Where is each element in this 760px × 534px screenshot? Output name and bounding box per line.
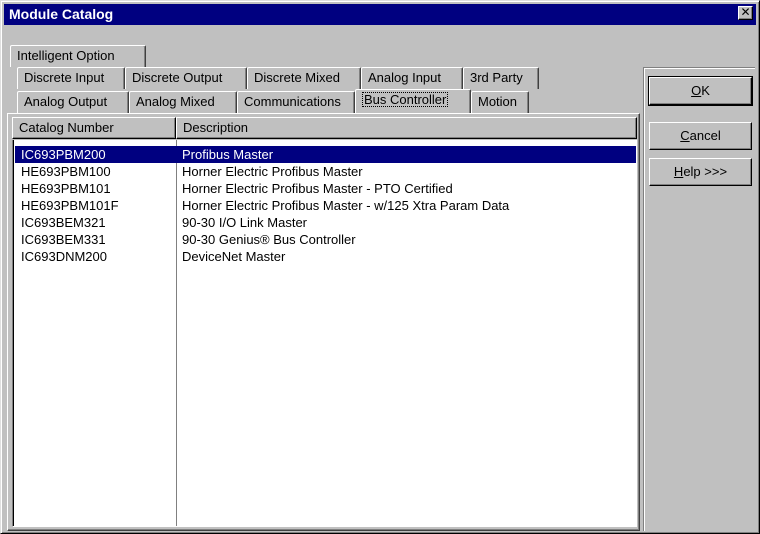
table-row[interactable]: IC693DNM200 DeviceNet Master xyxy=(15,248,636,265)
window-title: Module Catalog xyxy=(9,6,114,22)
ok-mnemonic: O xyxy=(691,83,702,98)
table-row[interactable]: IC693BEM321 90-30 I/O Link Master xyxy=(15,214,636,231)
tab-label: Analog Mixed xyxy=(136,94,215,109)
cancel-mnemonic: C xyxy=(680,128,690,143)
tab-label: 3rd Party xyxy=(470,70,523,85)
tab-label: Communications xyxy=(244,94,341,109)
tab-label: Discrete Output xyxy=(132,70,223,85)
catalog-number-cell: IC693BEM321 xyxy=(21,215,106,230)
tab-intelligent-option[interactable]: Intelligent Option xyxy=(10,45,146,67)
module-catalog-window: Module Catalog ✕ Intelligent Option Disc… xyxy=(0,0,760,534)
description-cell: DeviceNet Master xyxy=(182,249,286,264)
catalog-number-cell: HE693PBM101 xyxy=(21,181,111,196)
table-row[interactable]: HE693PBM100 Horner Electric Profibus Mas… xyxy=(15,163,636,180)
ok-button[interactable]: OK xyxy=(648,76,753,106)
column-header-label: Description xyxy=(183,120,249,135)
help-label: elp >>> xyxy=(683,164,728,179)
cancel-label: ancel xyxy=(689,128,721,143)
tab-communications[interactable]: Communications xyxy=(237,91,355,113)
ok-label: K xyxy=(701,83,710,98)
tab-bus-controller[interactable]: Bus Controller xyxy=(355,89,471,113)
description-cell: Horner Electric Profibus Master xyxy=(182,164,363,179)
description-cell: 90-30 Genius® Bus Controller xyxy=(182,232,356,247)
tab-motion[interactable]: Motion xyxy=(471,91,529,113)
column-header-label: Catalog Number xyxy=(19,120,114,135)
table-row[interactable]: HE693PBM101F Horner Electric Profibus Ma… xyxy=(15,197,636,214)
tab-label: Analog Input xyxy=(368,70,442,85)
help-button[interactable]: Help >>> xyxy=(649,158,752,186)
tab-analog-mixed[interactable]: Analog Mixed xyxy=(129,91,237,113)
table-row[interactable]: IC693PBM200 Profibus Master xyxy=(15,146,636,163)
close-icon: ✕ xyxy=(740,5,751,19)
title-bar[interactable]: Module Catalog ✕ xyxy=(4,4,756,25)
tab-label: Discrete Input xyxy=(24,70,105,85)
tab-label: Discrete Mixed xyxy=(254,70,340,85)
tab-discrete-input[interactable]: Discrete Input xyxy=(17,67,125,89)
catalog-number-cell: IC693DNM200 xyxy=(21,249,107,264)
table-row[interactable]: IC693BEM331 90-30 Genius® Bus Controller xyxy=(15,231,636,248)
list-header: Catalog Number Description xyxy=(12,117,637,139)
tab-analog-input[interactable]: Analog Input xyxy=(361,67,463,89)
tab-label: Motion xyxy=(478,94,518,109)
description-cell: Horner Electric Profibus Master - w/125 … xyxy=(182,198,510,213)
tab-3rd-party[interactable]: 3rd Party xyxy=(463,67,539,89)
tab-label: Analog Output xyxy=(24,94,108,109)
tab-analog-output[interactable]: Analog Output xyxy=(17,91,129,113)
description-cell: 90-30 I/O Link Master xyxy=(182,215,307,230)
module-list[interactable]: IC693PBM200 Profibus Master HE693PBM100 … xyxy=(12,140,637,527)
table-row[interactable]: HE693PBM101 Horner Electric Profibus Mas… xyxy=(15,180,636,197)
cancel-button[interactable]: Cancel xyxy=(649,122,752,150)
help-mnemonic: H xyxy=(673,164,684,179)
tab-discrete-output[interactable]: Discrete Output xyxy=(125,67,247,89)
tab-label: Bus Controller xyxy=(362,92,449,107)
catalog-number-cell: IC693BEM331 xyxy=(21,232,106,247)
description-cell: Profibus Master xyxy=(182,147,274,162)
catalog-number-cell: IC693PBM200 xyxy=(21,147,106,162)
catalog-number-cell: HE693PBM100 xyxy=(21,164,111,179)
column-header-catalog-number[interactable]: Catalog Number xyxy=(12,117,176,139)
column-header-description[interactable]: Description xyxy=(176,117,637,139)
catalog-number-cell: HE693PBM101F xyxy=(21,198,119,213)
tab-label: Intelligent Option xyxy=(17,48,115,63)
description-cell: Horner Electric Profibus Master - PTO Ce… xyxy=(182,181,453,196)
tab-discrete-mixed[interactable]: Discrete Mixed xyxy=(247,67,361,89)
close-button[interactable]: ✕ xyxy=(738,6,753,20)
